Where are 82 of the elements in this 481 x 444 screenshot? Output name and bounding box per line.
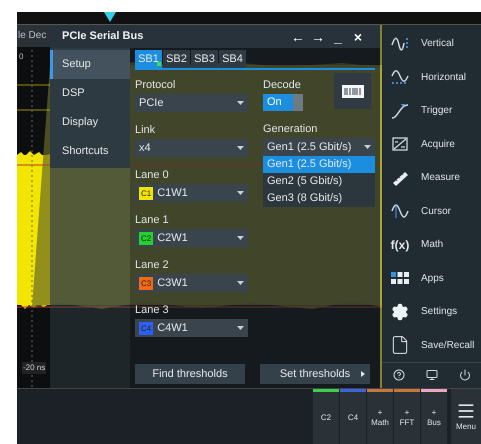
title-bar-button[interactable]: → (308, 26, 328, 46)
field-label: Lane 0 (135, 168, 170, 183)
lane-source-dropdown[interactable]: C1 C1W1 (135, 184, 248, 202)
menu-item[interactable]: Settings (382, 295, 481, 328)
document-icon (390, 335, 410, 356)
math-icon: f(x) (390, 236, 410, 254)
plus-sign: + (432, 408, 436, 418)
apps-grid-icon (391, 272, 409, 284)
sidebar-item[interactable]: Shortcuts (50, 137, 130, 166)
submenu-arrow-icon (361, 371, 365, 377)
sidebar-item[interactable]: Display (50, 108, 130, 137)
caret-icon (237, 326, 244, 330)
lane-source-dropdown[interactable]: C2 C2W1 (135, 229, 248, 247)
menu-button[interactable]: Menu (451, 389, 481, 444)
channel-badge: C3 (139, 276, 154, 290)
channel-button[interactable]: C2 (313, 389, 339, 444)
channel-button[interactable]: + Math (367, 389, 393, 444)
help-icon[interactable] (392, 368, 404, 380)
lane-source-dropdown[interactable]: C3 C3W1 (135, 274, 248, 292)
menu-item[interactable]: Acquire (382, 128, 481, 161)
bus-tab[interactable]: SB4 (219, 50, 246, 68)
menu-item[interactable]: Horizontal (382, 60, 481, 94)
field-label: Decode (263, 78, 302, 93)
menu-item[interactable]: Apps (382, 262, 481, 295)
caret-icon (237, 191, 244, 195)
field-label: Protocol (135, 78, 176, 93)
menu-item[interactable]: f(x) Math (382, 228, 481, 262)
cursor-wave-icon (391, 203, 409, 220)
generation-dropdown[interactable]: Gen1 (2.5 Gbit/s) (263, 138, 375, 156)
channel-badge: C2 (139, 232, 154, 244)
plus-sign: + (404, 408, 410, 418)
power-icon[interactable] (458, 368, 470, 380)
threshold-button[interactable]: Find thresholds (135, 364, 245, 384)
sidebar-item[interactable]: DSP (50, 79, 130, 108)
menu-item[interactable]: Trigger (382, 94, 481, 128)
title-bar-button[interactable]: × (348, 26, 368, 46)
menu-item[interactable]: Cursor (382, 194, 481, 228)
caret-icon (237, 236, 244, 240)
menu-item[interactable]: Save/Recall (382, 328, 481, 362)
menu-item[interactable]: Vertical (382, 27, 481, 60)
decode-table-button[interactable] (334, 73, 371, 109)
sidebar-item[interactable]: Setup (50, 50, 130, 79)
caret-icon (237, 281, 244, 285)
tab-label: le Dec (17, 25, 50, 47)
channel-button[interactable]: + FFT (394, 389, 420, 444)
sine-wave-icon (391, 69, 409, 86)
threshold-button[interactable]: Set thresholds (260, 364, 370, 384)
link-dropdown[interactable]: x4 (135, 139, 248, 157)
trigger-marker-icon (104, 12, 116, 22)
channel-badge: C4 (139, 322, 154, 334)
menu-item[interactable]: Measure (382, 161, 481, 194)
ruler-icon (391, 170, 409, 186)
acquire-icon (391, 136, 409, 152)
protocol-dropdown[interactable]: PCIe (135, 94, 248, 112)
decode-toggle[interactable]: On (263, 94, 303, 111)
time-label: -20 ns (22, 362, 46, 374)
decoder-icon (342, 84, 364, 98)
field-label: Lane 2 (135, 258, 170, 273)
field-label: Generation (263, 122, 318, 137)
bus-tab[interactable]: SB2 (163, 50, 190, 68)
caret-icon (237, 146, 244, 150)
channel-badge: C1 (139, 186, 154, 200)
settings-icon (391, 302, 409, 321)
field-label: Lane 3 (135, 303, 170, 318)
bus-tab[interactable]: SB3 (191, 50, 218, 68)
dropdown-option[interactable]: Gen2 (5 Gbit/s) (263, 173, 375, 190)
caret-icon (364, 145, 371, 149)
dropdown-option[interactable]: Gen3 (8 Gbit/s) (263, 190, 375, 207)
title-bar-button[interactable]: ← (288, 26, 308, 46)
sine-wave-icon (391, 36, 409, 52)
dialog-title: PCIe Serial Bus (62, 29, 144, 44)
caret-icon (237, 101, 244, 105)
channel-button[interactable]: C4 (340, 389, 366, 444)
offset-label: 0 (18, 51, 24, 63)
trigger-edge-icon (391, 102, 409, 119)
channel-button[interactable]: + Bus (421, 389, 447, 444)
field-label: Lane 1 (135, 213, 170, 228)
monitor-icon[interactable] (426, 368, 438, 380)
title-bar-button[interactable]: _ (328, 26, 348, 46)
lane-source-dropdown[interactable]: C4 C4W1 (135, 319, 248, 337)
plus-sign: + (378, 408, 382, 418)
field-label: Link (135, 123, 156, 138)
